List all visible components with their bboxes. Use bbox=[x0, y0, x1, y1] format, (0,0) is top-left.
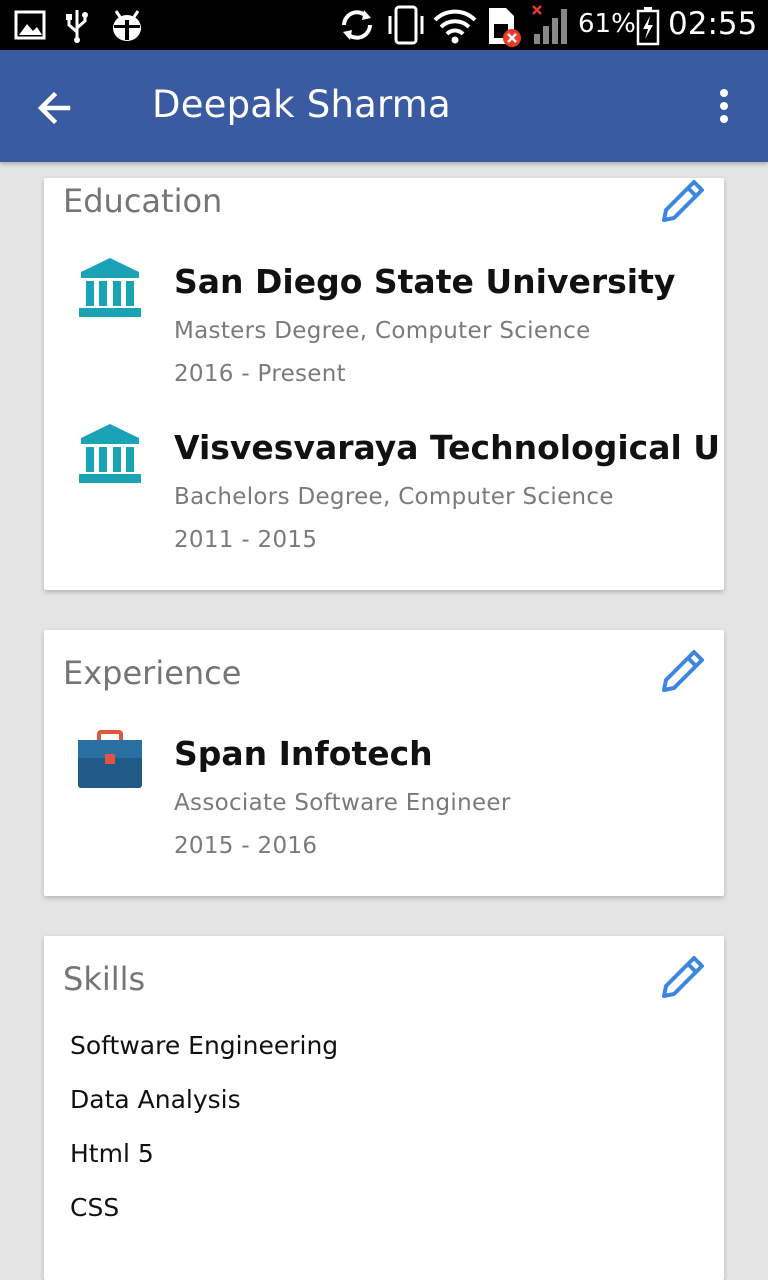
dates: 2016 - Present bbox=[174, 361, 346, 387]
sim-error-icon bbox=[486, 4, 526, 52]
arrow-back-icon bbox=[37, 91, 71, 125]
pencil-icon bbox=[662, 650, 704, 692]
experience-card: Experience Span Infotech Associate Softw… bbox=[44, 630, 724, 896]
page-title: Deepak Sharma bbox=[152, 83, 451, 126]
experience-title: Experience bbox=[63, 654, 242, 692]
briefcase-icon bbox=[77, 730, 143, 794]
school-name: San Diego State University bbox=[174, 262, 676, 301]
signal-icon bbox=[530, 4, 574, 50]
pencil-icon bbox=[662, 956, 704, 998]
degree: Bachelors Degree, Computer Science bbox=[174, 484, 614, 510]
battery-percent: 61% bbox=[578, 9, 636, 39]
dates: 2011 - 2015 bbox=[174, 527, 318, 553]
job-title: Associate Software Engineer bbox=[174, 790, 511, 816]
degree: Masters Degree, Computer Science bbox=[174, 318, 591, 344]
overflow-menu-button[interactable] bbox=[706, 84, 742, 132]
pencil-icon bbox=[662, 180, 704, 222]
wifi-icon bbox=[432, 8, 478, 48]
battery-charging-icon bbox=[636, 6, 660, 50]
usb-icon bbox=[64, 8, 90, 48]
app-bar: Deepak Sharma bbox=[0, 50, 768, 162]
school-name: Visvesvaraya Technological U bbox=[174, 428, 721, 467]
gallery-icon bbox=[14, 10, 46, 44]
clock: 02:55 bbox=[668, 6, 758, 42]
android-debug-icon bbox=[108, 8, 146, 46]
skills-title: Skills bbox=[63, 960, 146, 998]
company-name: Span Infotech bbox=[174, 734, 433, 773]
edit-experience-button[interactable] bbox=[656, 648, 708, 700]
education-title: Education bbox=[63, 182, 223, 220]
education-card: Education San Diego State University Mas… bbox=[44, 178, 724, 590]
institution-icon bbox=[77, 256, 143, 324]
edit-skills-button[interactable] bbox=[656, 954, 708, 1006]
edit-education-button[interactable] bbox=[656, 178, 708, 230]
institution-icon bbox=[77, 422, 143, 490]
more-vert-icon bbox=[720, 89, 728, 123]
vibrate-icon bbox=[386, 4, 426, 50]
back-button[interactable] bbox=[30, 84, 82, 132]
skill-item: Software Engineering bbox=[70, 1031, 339, 1060]
status-bar: 61% 02:55 bbox=[0, 0, 768, 50]
sync-icon bbox=[338, 6, 376, 48]
skill-item: Data Analysis bbox=[70, 1085, 241, 1114]
dates: 2015 - 2016 bbox=[174, 833, 318, 859]
skill-item: CSS bbox=[70, 1193, 120, 1222]
skills-card: Skills Software Engineering Data Analysi… bbox=[44, 936, 724, 1280]
skill-item: Html 5 bbox=[70, 1139, 154, 1168]
